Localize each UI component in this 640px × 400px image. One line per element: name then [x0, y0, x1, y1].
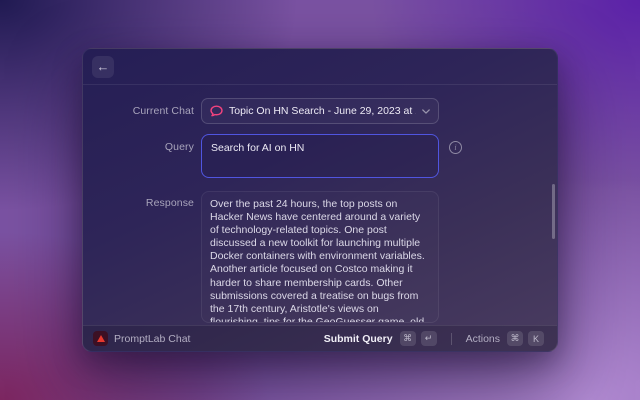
footer-separator — [451, 333, 452, 345]
actions-label: Actions — [466, 333, 500, 345]
window-header: ← — [83, 49, 557, 84]
command-key-icon: ⌘ — [507, 331, 523, 346]
query-label: Query — [83, 141, 194, 153]
chat-bubble-icon — [210, 105, 223, 117]
desktop-background: ← Current Chat Topic On HN Search - June… — [0, 0, 640, 400]
command-key-icon: ⌘ — [400, 331, 416, 346]
current-chat-label: Current Chat — [83, 105, 194, 117]
return-key-icon: ↵ — [421, 331, 437, 346]
promptlab-logo-icon — [93, 331, 108, 346]
scrollbar-thumb[interactable] — [552, 184, 555, 239]
app-name: PromptLab Chat — [114, 333, 190, 345]
current-chat-value: Topic On HN Search - June 29, 2023 at 1:… — [229, 105, 416, 117]
footer-bar: PromptLab Chat Submit Query ⌘ ↵ Actions … — [83, 325, 557, 351]
footer-actions: Submit Query ⌘ ↵ Actions ⌘ K — [321, 329, 547, 348]
promptlab-chat-window: ← Current Chat Topic On HN Search - June… — [82, 48, 558, 352]
submit-query-button[interactable]: Submit Query ⌘ ↵ — [321, 329, 440, 348]
chevron-down-icon — [422, 109, 430, 114]
actions-button[interactable]: Actions ⌘ K — [463, 329, 547, 348]
k-key-icon: K — [528, 331, 544, 346]
back-arrow-icon: ← — [97, 59, 110, 74]
info-icon[interactable]: i — [449, 141, 462, 154]
back-button[interactable]: ← — [92, 56, 114, 78]
submit-query-label: Submit Query — [324, 333, 393, 345]
response-label: Response — [83, 197, 194, 209]
response-text[interactable]: Over the past 24 hours, the top posts on… — [201, 191, 439, 323]
query-input[interactable]: Search for AI on HN — [201, 134, 439, 178]
current-chat-dropdown[interactable]: Topic On HN Search - June 29, 2023 at 1:… — [201, 98, 439, 124]
header-divider — [83, 84, 557, 85]
